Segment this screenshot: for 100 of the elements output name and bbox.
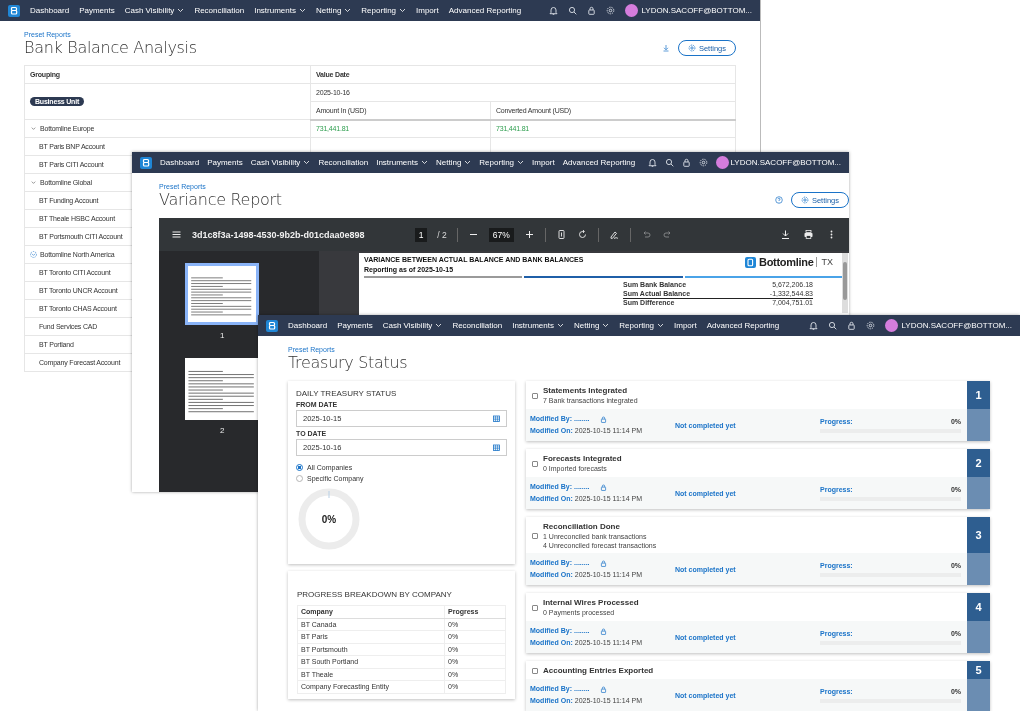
step-band xyxy=(967,621,990,653)
calendar-icon[interactable] xyxy=(493,444,500,451)
step-number: 2 xyxy=(967,449,990,477)
nav-item[interactable]: Reporting xyxy=(361,6,407,15)
lock-icon[interactable] xyxy=(599,627,607,635)
page-count: / 2 xyxy=(437,229,447,240)
caret-icon[interactable] xyxy=(399,8,407,13)
fit-page-icon[interactable] xyxy=(555,229,567,240)
caret-icon[interactable] xyxy=(344,8,352,13)
print-icon[interactable] xyxy=(803,229,814,240)
lock-icon[interactable] xyxy=(599,559,607,567)
nav-item[interactable]: Import xyxy=(532,158,555,167)
step-band xyxy=(967,553,990,585)
zoom-in-icon[interactable] xyxy=(523,229,535,240)
checkbox[interactable] xyxy=(532,460,538,467)
avatar[interactable] xyxy=(624,4,638,17)
download-icon[interactable] xyxy=(780,229,791,240)
nav-item[interactable]: Reporting xyxy=(479,158,525,167)
calendar-icon[interactable] xyxy=(493,415,500,422)
user-name[interactable]: LYDON.SACOFF@BOTTOM... xyxy=(641,6,752,15)
nav-item[interactable]: Reconciliation xyxy=(318,158,369,167)
lock-icon[interactable] xyxy=(846,321,856,330)
settings-icon[interactable] xyxy=(865,321,875,330)
caret-icon[interactable] xyxy=(657,323,665,328)
nav-item[interactable]: Reconciliation xyxy=(194,6,245,15)
nav-item[interactable]: Advanced Reporting xyxy=(448,6,522,15)
lock-icon[interactable] xyxy=(681,158,691,167)
caret-icon[interactable] xyxy=(421,160,428,165)
bell-icon[interactable] xyxy=(647,158,657,167)
search-icon[interactable] xyxy=(664,158,674,167)
nav-item[interactable]: Payments xyxy=(79,6,115,15)
avatar[interactable] xyxy=(884,319,898,332)
nav-item[interactable]: Instruments xyxy=(512,321,564,330)
page-thumbnail[interactable] xyxy=(185,358,259,420)
logo-icon[interactable] xyxy=(8,4,20,17)
radio-button[interactable] xyxy=(296,464,303,471)
nav-item[interactable]: Advanced Reporting xyxy=(562,158,636,167)
settings-icon[interactable] xyxy=(698,158,708,167)
lock-icon[interactable] xyxy=(599,685,607,693)
checkbox[interactable] xyxy=(532,532,538,539)
settings-icon[interactable] xyxy=(605,6,615,15)
caret-icon[interactable] xyxy=(177,8,185,13)
nav-item[interactable]: Cash Visibility xyxy=(250,158,311,167)
nav-item[interactable]: Payments xyxy=(337,321,373,330)
checkbox[interactable] xyxy=(532,392,538,399)
checkbox[interactable] xyxy=(532,604,538,611)
nav-item[interactable]: Dashboard xyxy=(288,321,328,330)
logo-icon[interactable] xyxy=(266,319,278,332)
page-title: Bank Balance Analysis xyxy=(24,38,197,58)
nav-item[interactable]: Netting xyxy=(574,321,610,330)
caret-icon[interactable] xyxy=(464,160,472,165)
nav-item[interactable]: Reconciliation xyxy=(452,321,503,330)
lock-icon[interactable] xyxy=(586,6,596,15)
nav-item[interactable]: Netting xyxy=(436,158,472,167)
nav-item[interactable]: Cash Visibility xyxy=(382,321,443,330)
redo-icon[interactable] xyxy=(661,229,673,240)
caret-icon[interactable] xyxy=(299,8,306,13)
caret-icon[interactable] xyxy=(303,160,311,165)
bell-icon[interactable] xyxy=(548,6,558,15)
radio-button[interactable] xyxy=(296,475,303,482)
page-thumbnail[interactable] xyxy=(185,263,259,325)
bell-icon[interactable] xyxy=(808,321,818,330)
zoom-field[interactable]: 67% xyxy=(488,227,514,242)
page-number: 1 xyxy=(220,331,225,340)
annotate-icon[interactable] xyxy=(608,229,620,240)
caret-icon[interactable] xyxy=(602,323,610,328)
avatar[interactable] xyxy=(715,156,729,169)
nav-item[interactable]: Dashboard xyxy=(160,158,200,167)
user-name[interactable]: LYDON.SACOFF@BOTTOM... xyxy=(730,158,841,167)
step-title: Reconciliation Done xyxy=(543,521,621,532)
step-title: Forecasts Integrated xyxy=(543,453,622,464)
step-title: Internal Wires Processed xyxy=(543,597,639,608)
card-title: DAILY TREASURY STATUS xyxy=(296,389,398,398)
scrollbar[interactable] xyxy=(842,253,848,313)
rotate-icon[interactable] xyxy=(576,229,588,240)
nav-item[interactable]: Reporting xyxy=(619,321,665,330)
menu-icon[interactable] xyxy=(171,229,182,240)
nav-item[interactable]: Instruments xyxy=(376,158,428,167)
lock-icon[interactable] xyxy=(599,415,607,423)
caret-icon[interactable] xyxy=(435,323,443,328)
caret-icon[interactable] xyxy=(517,160,525,165)
checkbox[interactable] xyxy=(532,667,538,674)
search-icon[interactable] xyxy=(827,321,837,330)
caret-icon[interactable] xyxy=(557,323,564,328)
step-title: Accounting Entries Exported xyxy=(543,665,654,676)
nav-item[interactable]: Import xyxy=(674,321,697,330)
nav-item[interactable]: Netting xyxy=(316,6,352,15)
nav-item[interactable]: Payments xyxy=(207,158,243,167)
nav-item[interactable]: Import xyxy=(416,6,439,15)
logo-icon[interactable] xyxy=(140,156,152,169)
nav-item[interactable]: Instruments xyxy=(254,6,306,15)
search-icon[interactable] xyxy=(567,6,577,15)
brand-name: Bottomline xyxy=(759,256,814,268)
lock-icon[interactable] xyxy=(599,483,607,491)
nav-item[interactable]: Advanced Reporting xyxy=(706,321,780,330)
page-input[interactable]: 1 xyxy=(414,227,428,242)
nav-item[interactable]: Cash Visibility xyxy=(124,6,185,15)
page-number: 2 xyxy=(220,426,225,435)
nav-item[interactable]: Dashboard xyxy=(30,6,70,15)
user-name[interactable]: LYDON.SACOFF@BOTTOM... xyxy=(901,321,1012,330)
